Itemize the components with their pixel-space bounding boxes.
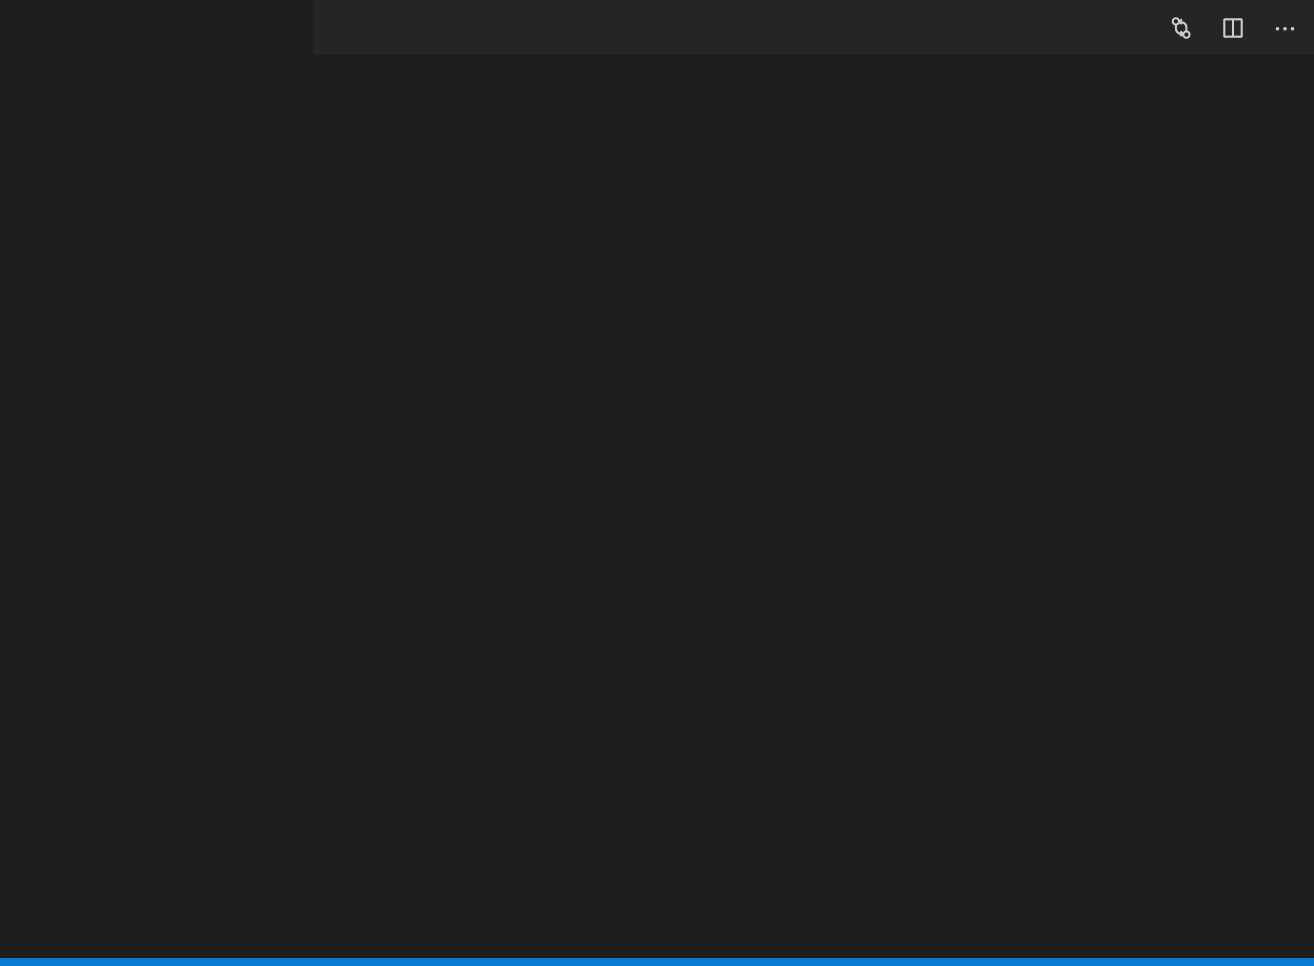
editor-actions bbox=[1168, 0, 1314, 55]
editor-tab[interactable] bbox=[0, 0, 313, 55]
tab-bar bbox=[0, 0, 1314, 55]
editor[interactable] bbox=[0, 88, 1314, 959]
breadcrumb bbox=[0, 55, 1314, 88]
open-changes-icon[interactable] bbox=[1168, 15, 1194, 41]
split-editor-icon[interactable] bbox=[1220, 15, 1246, 41]
more-actions-icon[interactable] bbox=[1272, 15, 1298, 41]
status-bar bbox=[0, 958, 1314, 966]
minimap[interactable] bbox=[1214, 88, 1306, 959]
code-lines bbox=[0, 88, 1208, 959]
